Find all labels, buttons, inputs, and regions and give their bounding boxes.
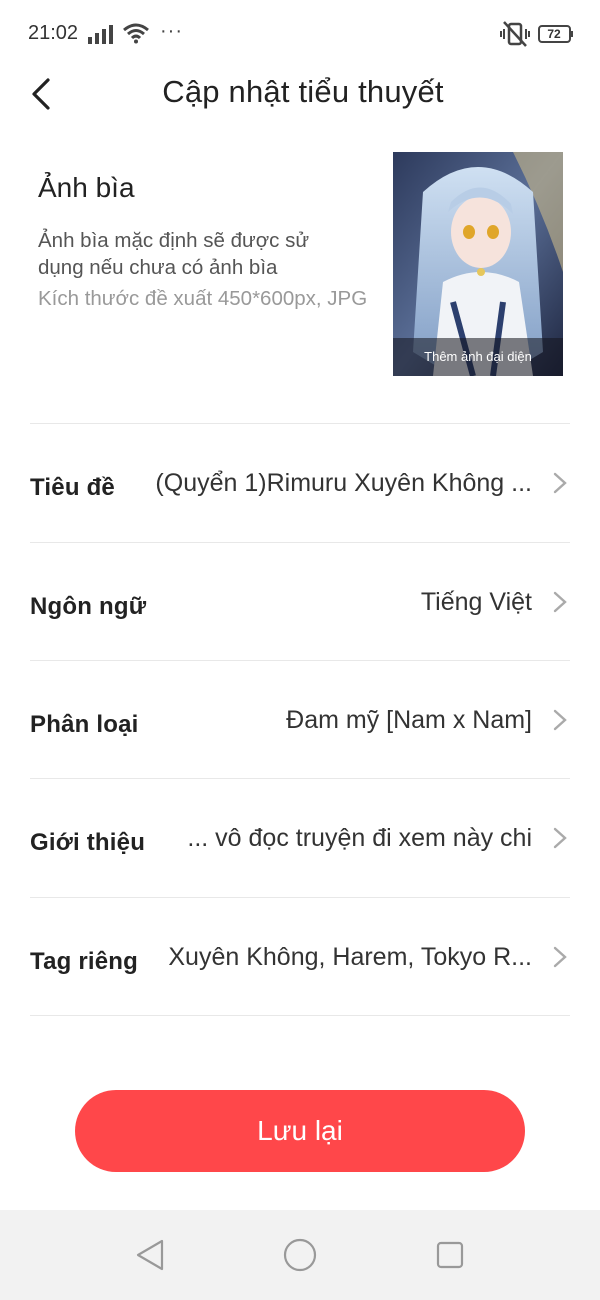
category-label: Phân loại — [30, 711, 139, 738]
add-cover-label: Thêm ảnh đại diện — [393, 338, 563, 376]
cover-size-hint: Kích thước đề xuất 450*600px, JPG — [38, 287, 368, 310]
nav-recents-icon[interactable] — [436, 1241, 464, 1269]
signal-icon — [88, 25, 113, 44]
title-row[interactable]: Tiêu đề (Quyển 1)Rimuru Xuyên Không ... — [0, 424, 600, 542]
chevron-right-icon — [553, 827, 567, 849]
status-time: 21:02 — [28, 22, 79, 44]
title-value: (Quyển 1)Rimuru Xuyên Không ... — [155, 469, 532, 497]
language-value: Tiếng Việt — [420, 588, 532, 616]
page-title: Cập nhật tiểu thuyết — [162, 74, 444, 109]
cover-description: Ảnh bìa mặc định sẽ được sử dụng nếu chư… — [38, 229, 310, 279]
nav-back-icon[interactable] — [134, 1238, 166, 1272]
tags-label: Tag riêng — [30, 948, 139, 975]
title-label: Tiêu đề — [30, 474, 115, 501]
wifi-icon — [123, 23, 149, 44]
vibrate-icon — [500, 21, 530, 47]
chevron-right-icon — [553, 946, 567, 968]
language-row[interactable]: Ngôn ngữ Tiếng Việt — [0, 543, 600, 661]
introduction-value: ... vô đọc truyện đi xem này chi — [187, 824, 532, 852]
chevron-right-icon — [553, 472, 567, 494]
nav-home-icon[interactable] — [283, 1238, 317, 1272]
cover-image[interactable]: Thêm ảnh đại diện — [393, 152, 563, 376]
divider — [30, 1015, 570, 1016]
category-row[interactable]: Phân loại Đam mỹ [Nam x Nam] — [0, 661, 600, 779]
save-button[interactable]: Lưu lại — [75, 1090, 525, 1172]
chevron-right-icon — [553, 709, 567, 731]
chevron-right-icon — [553, 591, 567, 613]
status-bar: 21:02 ··· 72 — [0, 0, 600, 68]
category-value: Đam mỹ [Nam x Nam] — [286, 706, 532, 734]
introduction-row[interactable]: Giới thiệu ... vô đọc truyện đi xem này … — [0, 779, 600, 897]
cover-section-title: Ảnh bìa — [38, 172, 135, 203]
tags-row[interactable]: Tag riêng Xuyên Không, Harem, Tokyo R... — [0, 898, 600, 1016]
more-status-icon: ··· — [160, 20, 183, 42]
tags-value: Xuyên Không, Harem, Tokyo R... — [168, 943, 532, 971]
introduction-label: Giới thiệu — [30, 829, 146, 856]
battery-level: 72 — [547, 27, 561, 41]
language-label: Ngôn ngữ — [30, 593, 147, 620]
